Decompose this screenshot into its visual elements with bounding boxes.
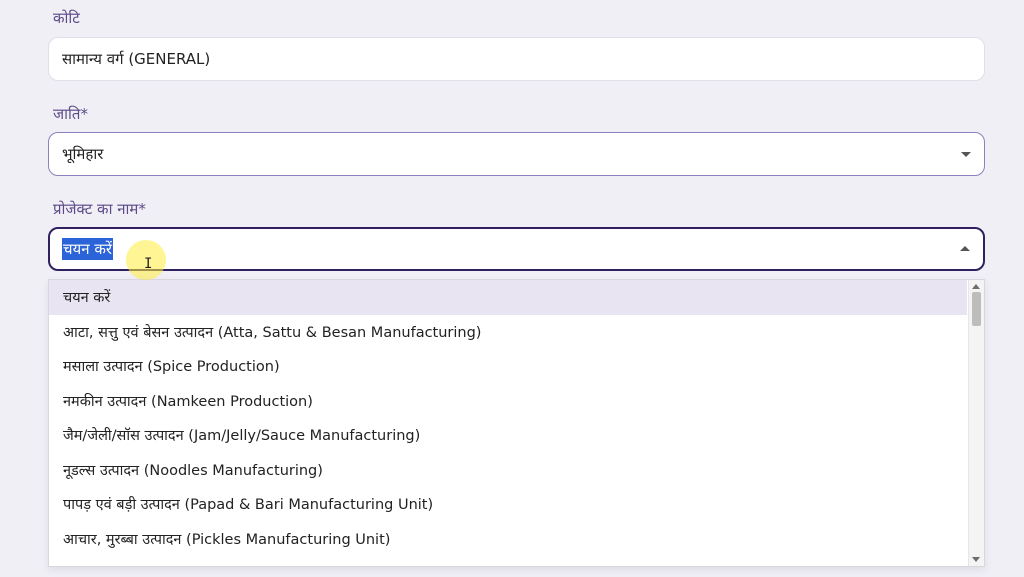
dropdown-option[interactable]: चयन करें xyxy=(49,280,967,315)
category-value: सामान्य वर्ग (GENERAL) xyxy=(62,50,211,68)
project-label: प्रोजेक्ट का नाम* xyxy=(53,200,146,218)
scrollbar-thumb[interactable] xyxy=(972,292,981,326)
dropdown-option[interactable]: मसाला उत्पादन (Spice Production) xyxy=(49,349,967,384)
project-select[interactable]: चयन करें xyxy=(48,227,985,271)
dropdown-option[interactable]: पापड़ एवं बड़ी उत्पादन (Papad & Bari Man… xyxy=(49,487,967,522)
chevron-up-icon xyxy=(960,246,970,251)
caste-select[interactable]: भूमिहार xyxy=(48,132,985,176)
project-value: चयन करें xyxy=(62,238,113,260)
dropdown-scrollbar[interactable] xyxy=(968,280,984,566)
caste-value: भूमिहार xyxy=(62,145,104,163)
chevron-down-icon xyxy=(961,152,971,157)
category-field[interactable]: सामान्य वर्ग (GENERAL) xyxy=(48,37,985,81)
scroll-up-arrow-icon[interactable] xyxy=(972,284,980,289)
project-dropdown-list: चयन करें आटा, सत्तु एवं बेसन उत्पादन (At… xyxy=(48,279,985,567)
category-label: कोटि xyxy=(53,9,80,27)
dropdown-option[interactable]: जैम/जेली/सॉस उत्पादन (Jam/Jelly/Sauce Ma… xyxy=(49,418,967,453)
caste-label: जाति* xyxy=(53,105,88,123)
dropdown-option[interactable]: नमकीन उत्पादन (Namkeen Production) xyxy=(49,384,967,419)
scroll-down-arrow-icon[interactable] xyxy=(972,557,980,562)
application-form: कोटि सामान्य वर्ग (GENERAL) जाति* भूमिहा… xyxy=(0,0,1024,577)
dropdown-option[interactable]: आचार, मुरब्बा उत्पादन (Pickles Manufactu… xyxy=(49,522,967,557)
dropdown-option[interactable]: आटा, सत्तु एवं बेसन उत्पादन (Atta, Sattu… xyxy=(49,315,967,350)
dropdown-option[interactable]: नूडल्स उत्पादन (Noodles Manufacturing) xyxy=(49,453,967,488)
text-cursor-icon: I xyxy=(144,256,153,272)
